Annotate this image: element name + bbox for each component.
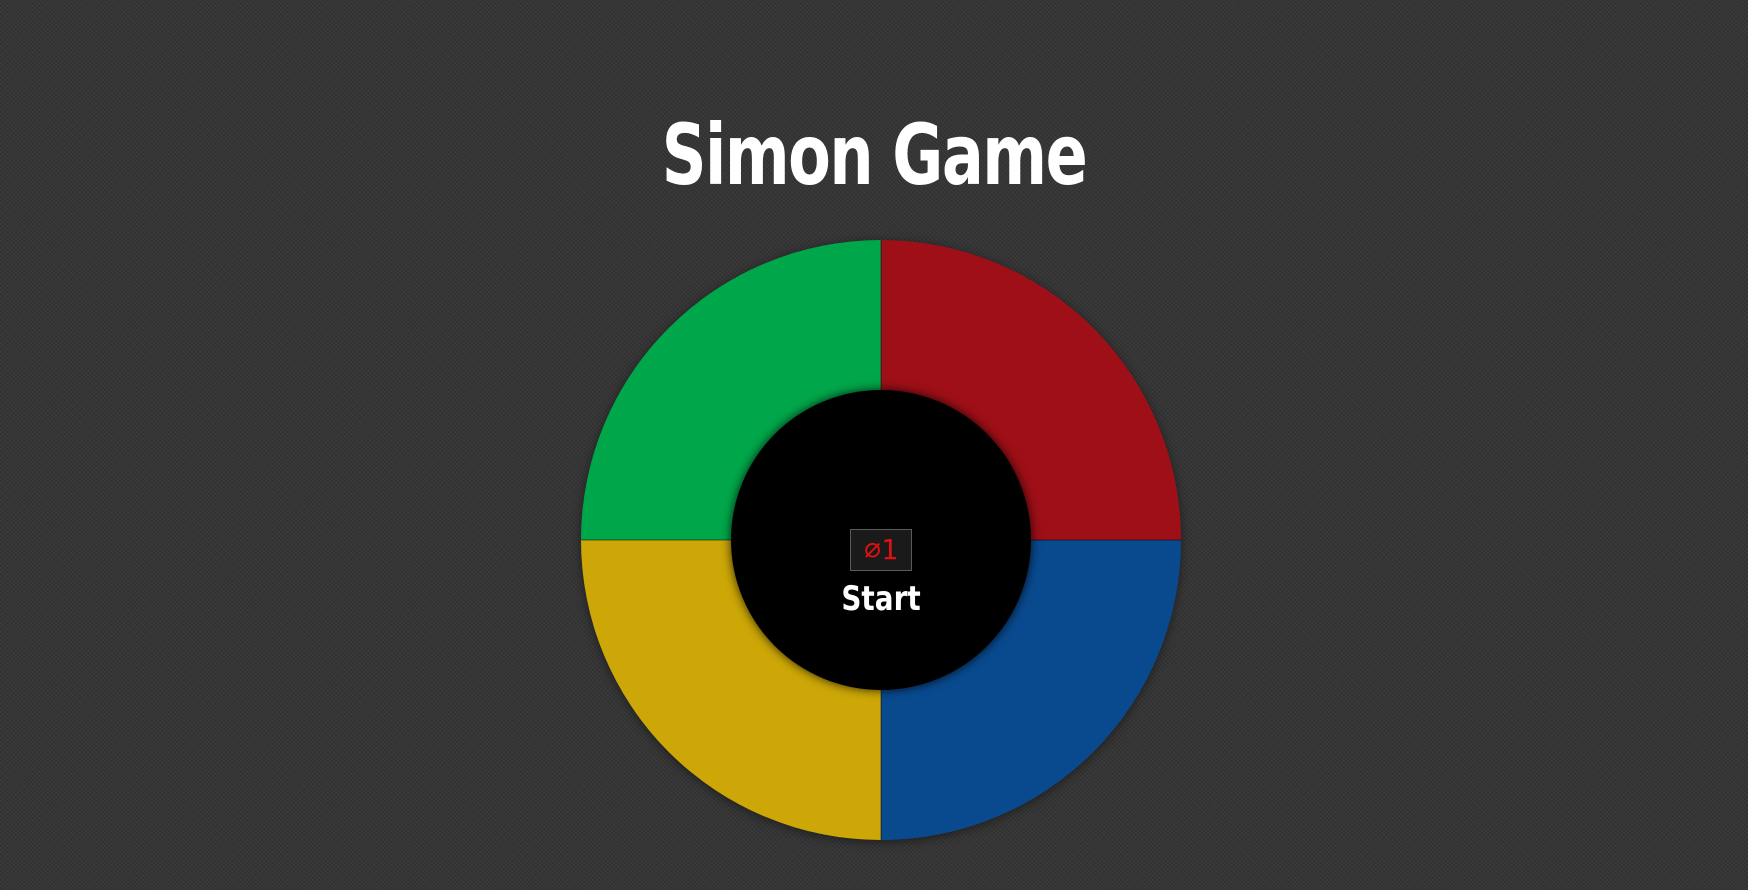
count-display: ⌀1 bbox=[850, 529, 912, 571]
start-button[interactable]: Start bbox=[832, 576, 930, 622]
page-title: Simon Game bbox=[661, 106, 1088, 204]
center-console: ⌀1 Start bbox=[731, 390, 1031, 690]
simon-board: ⌀1 Start bbox=[581, 240, 1181, 840]
